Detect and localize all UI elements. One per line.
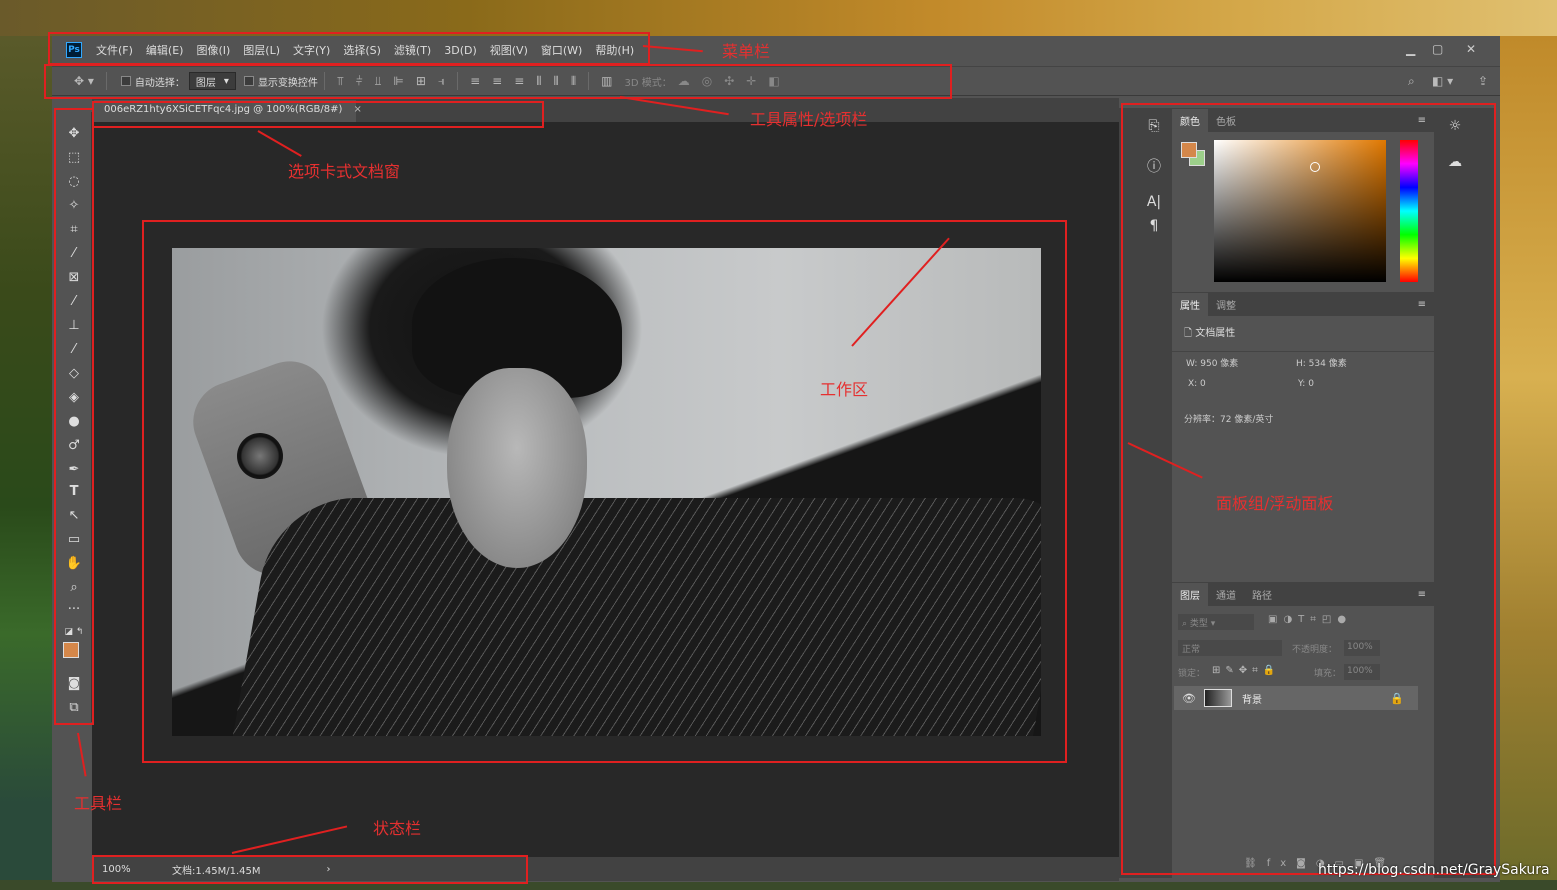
- desktop-background-right: [1500, 36, 1557, 890]
- annotation-label-status: 状态栏: [373, 819, 422, 838]
- workspace-switch-icon[interactable]: ◧ ▾: [1432, 74, 1453, 88]
- annotation-box-toolbar: [54, 108, 94, 725]
- minimize-icon[interactable]: ▁: [1406, 42, 1415, 56]
- annotation-label-workspace: 工作区: [820, 380, 869, 399]
- annotation-box-workspace: [142, 220, 1067, 763]
- annotation-box-panels: [1121, 103, 1496, 875]
- annotation-label-tab: 选项卡式文档窗: [288, 162, 401, 181]
- annotation-label-panels: 面板组/浮动面板: [1216, 494, 1334, 513]
- maximize-icon[interactable]: ▢: [1432, 42, 1443, 56]
- annotation-box-options: [44, 64, 952, 99]
- annotation-box-menubar: [48, 32, 650, 65]
- watermark-text: https://blog.csdn.net/GraySakura: [1318, 862, 1550, 878]
- annotation-label-menubar: 菜单栏: [722, 42, 771, 61]
- desktop-background-left: [0, 36, 52, 890]
- close-icon[interactable]: ✕: [1466, 42, 1476, 56]
- desktop-background-top: [0, 0, 1557, 36]
- annotation-label-options: 工具属性/选项栏: [750, 110, 868, 129]
- share-icon[interactable]: ⇪: [1478, 74, 1488, 88]
- annotation-box-status: [92, 855, 528, 884]
- annotation-label-toolbar: 工具栏: [74, 794, 123, 813]
- panel-foreground-swatch[interactable]: [1181, 142, 1197, 158]
- search-icon[interactable]: ⌕: [1408, 74, 1415, 89]
- annotation-box-tab: [92, 101, 544, 128]
